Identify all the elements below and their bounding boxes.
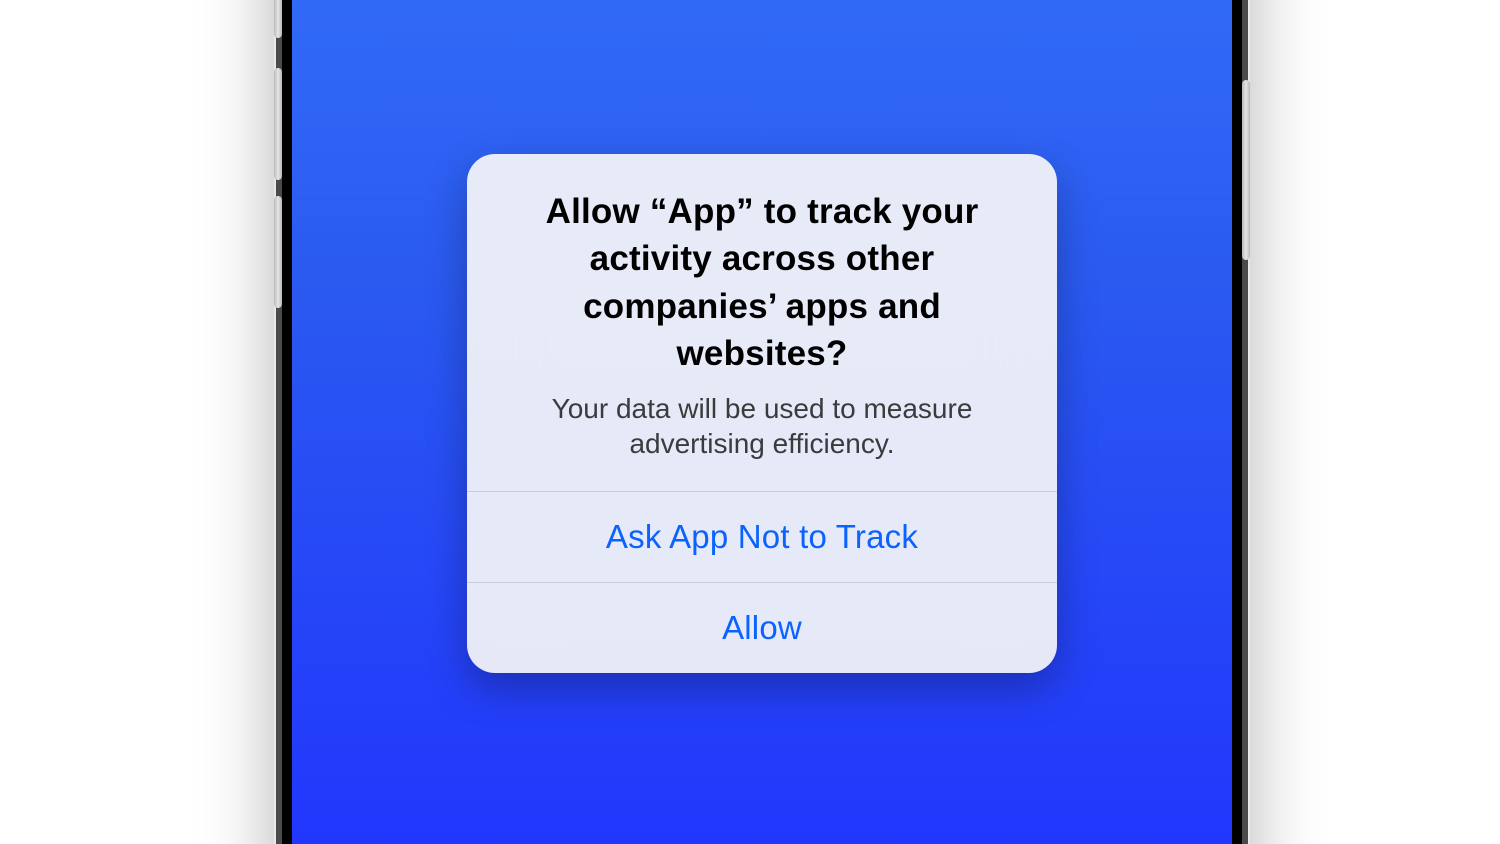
volume-down-button[interactable] bbox=[274, 196, 282, 308]
volume-up-button[interactable] bbox=[274, 68, 282, 180]
alert-body: Allow “App” to track your activity acros… bbox=[467, 154, 1057, 491]
phone-screen: Allow “App” to track your activity acros… bbox=[292, 0, 1232, 844]
mute-switch[interactable] bbox=[274, 0, 282, 38]
alert-message: Your data will be used to measure advert… bbox=[507, 391, 1017, 461]
tracking-permission-alert: Allow “App” to track your activity acros… bbox=[467, 154, 1057, 673]
phone-device-frame: Allow “App” to track your activity acros… bbox=[282, 0, 1242, 844]
alert-title: Allow “App” to track your activity acros… bbox=[507, 188, 1017, 377]
canvas: Allow “App” to track your activity acros… bbox=[0, 0, 1500, 844]
ask-not-to-track-button[interactable]: Ask App Not to Track bbox=[467, 491, 1057, 582]
allow-button[interactable]: Allow bbox=[467, 582, 1057, 673]
side-power-button[interactable] bbox=[1242, 80, 1250, 260]
